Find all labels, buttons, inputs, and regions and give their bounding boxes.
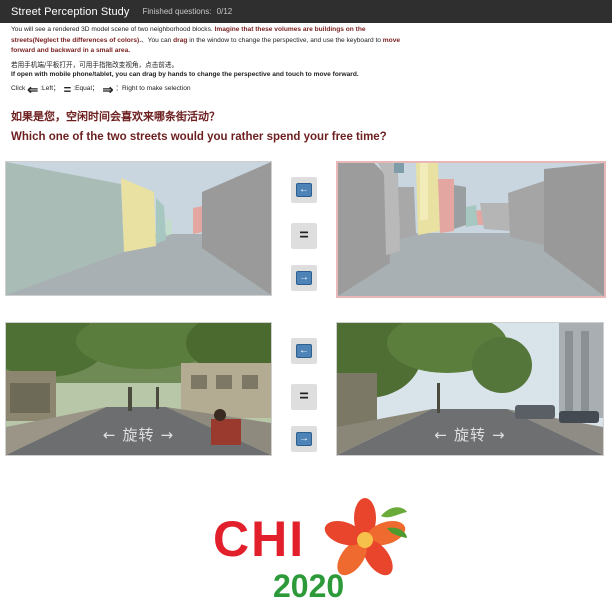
left-arrow-icon: ⇐ <box>27 82 39 97</box>
app-title: Street Perception Study <box>11 5 130 18</box>
choose-right-button-2[interactable]: → <box>291 426 317 452</box>
choose-left-button-2[interactable]: ← <box>291 338 317 364</box>
progress-label: Finished questions: <box>142 7 212 16</box>
left-key-label: :Left； <box>40 85 60 93</box>
hint-left-arrow-icon: ← <box>434 425 448 444</box>
instruction-main: You will see a rendered 3D model scene o… <box>11 25 406 57</box>
instructions: You will see a rendered 3D model scene o… <box>11 25 406 97</box>
logo-year-text: 2020 <box>273 568 345 604</box>
left-street-model-view[interactable] <box>5 161 272 296</box>
equal-key-label: :Equal； <box>73 85 99 93</box>
right-arrow-icon: ⇒ <box>102 82 114 97</box>
click-label: Click <box>11 85 26 93</box>
question-english: Which one of the two streets would you r… <box>11 131 387 143</box>
left-street-view[interactable]: ← 旋转 → <box>5 322 272 456</box>
choose-left-button-1[interactable]: ← <box>291 177 317 203</box>
rotate-hint-text: 旋转 <box>122 426 155 444</box>
app-header: Street Perception Study Finished questio… <box>0 0 612 23</box>
chi-2020-logo: CHI 2020 <box>205 498 410 606</box>
progress-value: 0/12 <box>216 7 233 16</box>
instruction-text: You will see a rendered 3D model scene o… <box>11 26 215 33</box>
rotate-hint: ← 旋转 → <box>337 424 603 445</box>
question-chinese: 如果是您，空闲时间会喜欢来哪条街活动？ <box>11 110 220 123</box>
instruction-text: in the window to change the perspective,… <box>187 36 383 44</box>
equal-icon: = <box>299 227 309 244</box>
progress-indicator: Finished questions: 0/12 <box>142 7 232 16</box>
right-key-label: ：Right to make selection <box>115 85 191 93</box>
left-arrow-icon: ← <box>296 344 312 358</box>
right-arrow-icon: → <box>296 271 312 285</box>
logo-chi-text: CHI <box>213 511 306 567</box>
right-arrow-icon: → <box>296 432 312 446</box>
instruction-text: 、You can <box>141 36 174 44</box>
instruction-mobile-en: If open with mobile phone/tablet, you ca… <box>11 71 359 78</box>
hint-right-arrow-icon: → <box>160 425 175 444</box>
left-arrow-icon: ← <box>296 183 312 197</box>
equal-icon: = <box>63 82 72 97</box>
hint-left-arrow-icon: ← <box>102 425 117 444</box>
right-street-view[interactable]: ← 旋转 → <box>336 322 604 456</box>
right-street-model-view[interactable] <box>336 161 606 298</box>
equal-icon: = <box>299 388 309 405</box>
choose-right-button-1[interactable]: → <box>291 265 317 291</box>
choose-equal-button-1[interactable]: = <box>291 223 317 249</box>
instruction-keys: Click ⇐ :Left； = :Equal； ⇒ ：Right to mak… <box>11 83 406 97</box>
rotate-hint: ← 旋转 → <box>6 424 271 445</box>
instruction-mobile-cn: 若用手机端/平板打开，可用手指拖改变视角，点击前进。 <box>11 60 179 69</box>
rotate-hint-text: 旋转 <box>453 426 486 444</box>
hint-right-arrow-icon: → <box>492 425 506 444</box>
choose-equal-button-2[interactable]: = <box>291 384 317 410</box>
instruction-highlight: drag <box>173 36 188 44</box>
